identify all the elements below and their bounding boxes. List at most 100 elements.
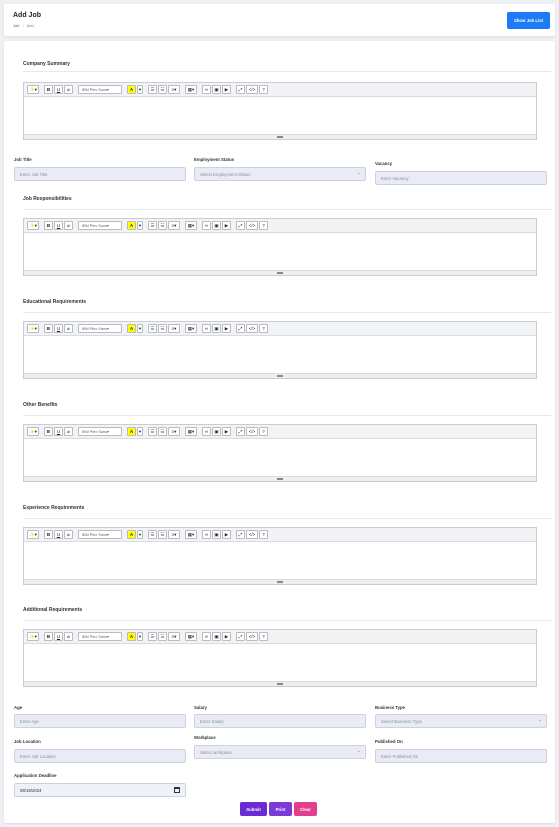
color-caret-button[interactable]: ▾: [137, 85, 143, 94]
code-view-icon[interactable]: </>: [246, 85, 258, 94]
magic-style-button[interactable]: ✨▾: [27, 221, 39, 230]
other-benefits-editor[interactable]: ✨▾ B U ⌀ IBM Plex Sans ▾ A ▾ ☰ ☱ ≡▾ ▦▾ ∞ …: [23, 424, 537, 482]
print-button[interactable]: Print: [269, 802, 292, 816]
code-view-icon[interactable]: </>: [246, 530, 258, 539]
color-caret-button[interactable]: ▾: [137, 221, 143, 230]
help-icon[interactable]: ?: [259, 324, 268, 333]
picture-icon[interactable]: ▣: [212, 632, 221, 641]
job-title-input[interactable]: Enter Job Title: [14, 167, 186, 181]
fullscreen-icon[interactable]: ⤢: [236, 530, 245, 539]
underline-button[interactable]: U: [54, 632, 63, 641]
video-icon[interactable]: ▶: [222, 221, 231, 230]
table-icon[interactable]: ▦▾: [185, 221, 197, 230]
picture-icon[interactable]: ▣: [212, 324, 221, 333]
age-input[interactable]: Enter Age: [14, 714, 186, 728]
application-deadline-input[interactable]: 08/19/2024: [14, 783, 186, 797]
link-icon[interactable]: ∞: [202, 221, 211, 230]
unordered-list-icon[interactable]: ☰: [148, 221, 157, 230]
highlight-color-button[interactable]: A: [127, 530, 136, 539]
resize-handle[interactable]: [24, 134, 536, 139]
magic-style-button[interactable]: ✨▾: [27, 324, 39, 333]
paragraph-align-icon[interactable]: ≡▾: [168, 530, 180, 539]
highlight-color-button[interactable]: A: [127, 221, 136, 230]
code-view-icon[interactable]: </>: [246, 427, 258, 436]
help-icon[interactable]: ?: [259, 85, 268, 94]
highlight-color-button[interactable]: A: [127, 85, 136, 94]
highlight-color-button[interactable]: A: [127, 324, 136, 333]
font-family-dropdown[interactable]: IBM Plex Sans ▾: [78, 85, 122, 94]
submit-button[interactable]: Submit: [240, 802, 267, 816]
fullscreen-icon[interactable]: ⤢: [236, 221, 245, 230]
eraser-icon[interactable]: ⌀: [64, 221, 73, 230]
underline-button[interactable]: U: [54, 324, 63, 333]
magic-style-button[interactable]: ✨▾: [27, 530, 39, 539]
clear-button[interactable]: Clear: [294, 802, 317, 816]
picture-icon[interactable]: ▣: [212, 427, 221, 436]
fullscreen-icon[interactable]: ⤢: [236, 427, 245, 436]
employment-status-select[interactable]: Select Employment Status: [194, 167, 366, 181]
underline-button[interactable]: U: [54, 427, 63, 436]
resize-handle[interactable]: [24, 681, 536, 686]
highlight-color-button[interactable]: A: [127, 632, 136, 641]
bold-button[interactable]: B: [44, 632, 53, 641]
code-view-icon[interactable]: </>: [246, 324, 258, 333]
link-icon[interactable]: ∞: [202, 632, 211, 641]
ordered-list-icon[interactable]: ☱: [158, 324, 167, 333]
ordered-list-icon[interactable]: ☱: [158, 85, 167, 94]
table-icon[interactable]: ▦▾: [185, 632, 197, 641]
vacancy-input[interactable]: Enter Vacancy: [375, 171, 547, 185]
additional-requirements-editor[interactable]: ✨▾ B U ⌀ IBM Plex Sans ▾ A ▾ ☰ ☱ ≡▾ ▦▾ ∞ …: [23, 629, 537, 687]
bold-button[interactable]: B: [44, 427, 53, 436]
code-view-icon[interactable]: </>: [246, 221, 258, 230]
eraser-icon[interactable]: ⌀: [64, 324, 73, 333]
underline-button[interactable]: U: [54, 221, 63, 230]
unordered-list-icon[interactable]: ☰: [148, 427, 157, 436]
educational-requirements-editor[interactable]: ✨▾ B U ⌀ IBM Plex Sans ▾ A ▾ ☰ ☱ ≡▾ ▦▾ ∞ …: [23, 321, 537, 379]
bold-button[interactable]: B: [44, 324, 53, 333]
paragraph-align-icon[interactable]: ≡▾: [168, 221, 180, 230]
table-icon[interactable]: ▦▾: [185, 324, 197, 333]
eraser-icon[interactable]: ⌀: [64, 427, 73, 436]
video-icon[interactable]: ▶: [222, 85, 231, 94]
table-icon[interactable]: ▦▾: [185, 85, 197, 94]
magic-style-button[interactable]: ✨▾: [27, 85, 39, 94]
help-icon[interactable]: ?: [259, 530, 268, 539]
code-view-icon[interactable]: </>: [246, 632, 258, 641]
unordered-list-icon[interactable]: ☰: [148, 324, 157, 333]
workplace-select[interactable]: Select workplace: [194, 745, 366, 759]
color-caret-button[interactable]: ▾: [137, 324, 143, 333]
color-caret-button[interactable]: ▾: [137, 632, 143, 641]
breadcrumb-job[interactable]: Job: [13, 23, 19, 28]
paragraph-align-icon[interactable]: ≡▾: [168, 324, 180, 333]
help-icon[interactable]: ?: [259, 221, 268, 230]
job-location-input[interactable]: Enter Job Location: [14, 749, 186, 763]
unordered-list-icon[interactable]: ☰: [148, 85, 157, 94]
calendar-icon[interactable]: [174, 787, 180, 793]
picture-icon[interactable]: ▣: [212, 85, 221, 94]
link-icon[interactable]: ∞: [202, 427, 211, 436]
paragraph-align-icon[interactable]: ≡▾: [168, 632, 180, 641]
bold-button[interactable]: B: [44, 85, 53, 94]
paragraph-align-icon[interactable]: ≡▾: [168, 85, 180, 94]
font-family-dropdown[interactable]: IBM Plex Sans ▾: [78, 221, 122, 230]
picture-icon[interactable]: ▣: [212, 221, 221, 230]
font-family-dropdown[interactable]: IBM Plex Sans ▾: [78, 324, 122, 333]
video-icon[interactable]: ▶: [222, 324, 231, 333]
magic-style-button[interactable]: ✨▾: [27, 427, 39, 436]
experience-requirements-editor[interactable]: ✨▾ B U ⌀ IBM Plex Sans ▾ A ▾ ☰ ☱ ≡▾ ▦▾ ∞ …: [23, 527, 537, 585]
help-icon[interactable]: ?: [259, 427, 268, 436]
video-icon[interactable]: ▶: [222, 530, 231, 539]
show-job-list-button[interactable]: Show Job List: [507, 12, 550, 29]
unordered-list-icon[interactable]: ☰: [148, 632, 157, 641]
color-caret-button[interactable]: ▾: [137, 427, 143, 436]
resize-handle[interactable]: [24, 270, 536, 275]
resize-handle[interactable]: [24, 476, 536, 481]
table-icon[interactable]: ▦▾: [185, 427, 197, 436]
highlight-color-button[interactable]: A: [127, 427, 136, 436]
resize-handle[interactable]: [24, 373, 536, 378]
company-summary-editor[interactable]: ✨▾ B U ⌀ IBM Plex Sans ▾ A ▾ ☰ ☱ ≡▾ ▦▾ ∞ …: [23, 82, 537, 140]
fullscreen-icon[interactable]: ⤢: [236, 324, 245, 333]
fullscreen-icon[interactable]: ⤢: [236, 632, 245, 641]
ordered-list-icon[interactable]: ☱: [158, 632, 167, 641]
business-type-select[interactable]: Select Business Type: [375, 714, 547, 728]
